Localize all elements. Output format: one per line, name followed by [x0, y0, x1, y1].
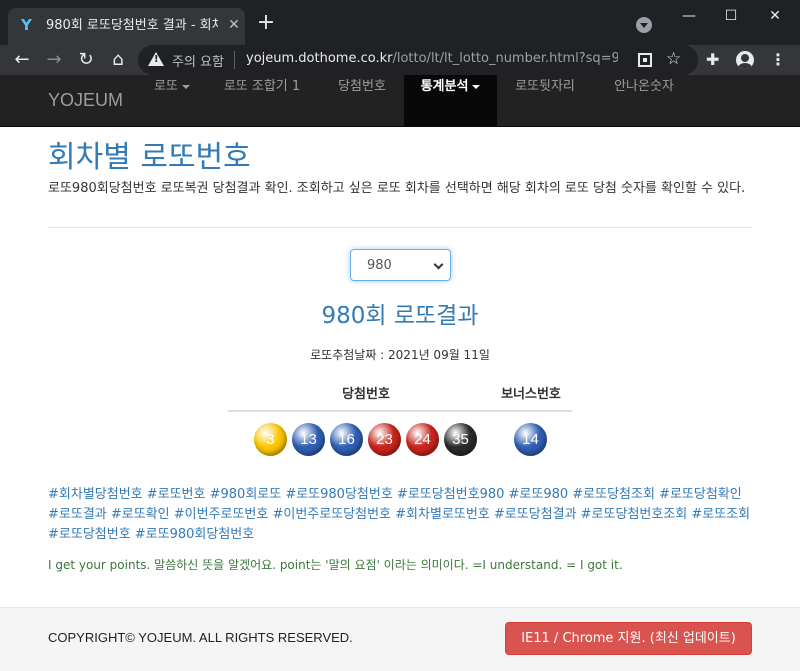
qr-code-icon[interactable] — [638, 53, 652, 67]
url-text[interactable]: yojeum.dothome.co.kr/lotto/lt/lt_lotto_n… — [246, 51, 618, 66]
tab-close-icon[interactable]: ✕ — [226, 17, 242, 33]
back-icon[interactable]: ← — [10, 48, 34, 72]
more-menu-icon[interactable]: ⋮ — [770, 50, 786, 70]
winning-ball: 13 — [292, 423, 325, 456]
draw-result-title: 980회 로또결과 — [321, 303, 479, 329]
nav-winning-numbers[interactable]: 당첨번호 — [320, 75, 404, 127]
security-label[interactable]: 주의 요함 — [172, 51, 224, 70]
table-divider — [228, 410, 572, 412]
address-bar[interactable]: 주의 요함 yojeum.dothome.co.kr/lotto/lt/lt_l… — [138, 45, 698, 75]
browser-tabstrip: Y 980회 로또당첨번호 결과 - 회차별 ✕ + — ☐ ✕ — [0, 0, 800, 45]
tab-title: 980회 로또당첨번호 결과 - 회차별 — [46, 18, 218, 33]
not-secure-icon[interactable] — [148, 51, 164, 67]
maximize-icon[interactable]: ☐ — [720, 5, 742, 27]
site-navbar: YOJEUM 로또 로또 조합기 1 당첨번호 통계분석 로또뒷자리 안나온숫자 — [0, 75, 800, 127]
tab-search-icon[interactable] — [636, 17, 652, 33]
nav-last-digits-label: 로또뒷자리 — [515, 79, 575, 94]
copyright-text: COPYRIGHT© YOJEUM. ALL RIGHTS RESERVED. — [48, 630, 353, 645]
winning-ball-number: 35 — [452, 431, 469, 448]
nav-statistics-label: 통계분석 — [420, 79, 469, 94]
winning-ball: 23 — [368, 423, 401, 456]
winning-ball-number: 16 — [338, 431, 355, 448]
nav-combination-label: 로또 조합기 1 — [223, 79, 301, 94]
english-note: I get your points. 말씀하신 뜻을 알겠어요. point는 … — [48, 558, 623, 572]
nav-combination[interactable]: 로또 조합기 1 — [206, 75, 318, 127]
chevron-down-icon — [472, 84, 481, 89]
winning-ball-number: 24 — [414, 431, 431, 448]
profile-avatar-icon[interactable] — [736, 51, 754, 69]
winning-ball: 16 — [330, 423, 363, 456]
nav-statistics[interactable]: 통계분석 — [404, 75, 497, 127]
divider — [48, 227, 752, 228]
winning-ball: 3 — [254, 423, 287, 456]
home-icon[interactable]: ⌂ — [106, 48, 130, 72]
winning-numbers-header: 당첨번호 — [342, 387, 390, 402]
hashtags[interactable]: #회차별당첨번호 #로또번호 #980회로또 #로또980당첨번호 #로또당첨번… — [48, 485, 754, 545]
reload-icon[interactable]: ↻ — [74, 48, 98, 72]
winning-ball: 35 — [444, 423, 477, 456]
winning-ball-number: 23 — [376, 431, 393, 448]
draw-date: 로또추첨날짜 : 2021년 09월 11일 — [310, 348, 490, 362]
forward-icon[interactable]: → — [42, 48, 66, 72]
browser-toolbar: ← → ↻ ⌂ 주의 요함 yojeum.dothome.co.kr/lotto… — [0, 45, 800, 75]
winning-ball: 24 — [406, 423, 439, 456]
extensions-puzzle-icon[interactable]: ✚ — [706, 50, 719, 70]
round-select-value: 980 — [367, 258, 392, 273]
nav-last-digits[interactable]: 로또뒷자리 — [498, 75, 592, 127]
chevron-down-icon — [181, 84, 190, 89]
nav-lotto[interactable]: 로또 — [140, 75, 204, 127]
bonus-ball-number: 14 — [522, 431, 539, 448]
winning-ball-number: 3 — [266, 431, 275, 448]
nav-winning-numbers-label: 당첨번호 — [338, 79, 386, 94]
url-path: /lotto/lt/lt_lotto_number.html?sq=980 — [392, 51, 618, 66]
bonus-ball: 14 — [514, 423, 547, 456]
nav-lotto-label: 로또 — [154, 79, 178, 94]
address-divider — [234, 51, 235, 69]
chevron-down-icon — [433, 259, 444, 270]
window-close-icon[interactable]: ✕ — [764, 5, 786, 27]
url-domain: yojeum.dothome.co.kr — [246, 51, 393, 66]
browser-tab[interactable]: Y 980회 로또당첨번호 결과 - 회차별 ✕ — [8, 8, 245, 45]
page-title: 회차별 로또번호 — [48, 140, 251, 175]
bonus-number-header: 보너스번호 — [501, 387, 561, 402]
footer: COPYRIGHT© YOJEUM. ALL RIGHTS RESERVED. … — [0, 607, 800, 671]
page-description: 로또980회당첨번호 로또복권 당첨결과 확인. 조회하고 싶은 로또 회차를 … — [48, 181, 746, 196]
site-favicon-icon: Y — [21, 16, 32, 34]
minimize-icon[interactable]: — — [678, 5, 700, 27]
update-button[interactable]: IE11 / Chrome 지원. (최신 업데이트) — [505, 622, 752, 655]
new-tab-icon[interactable]: + — [254, 12, 278, 36]
site-brand[interactable]: YOJEUM — [48, 90, 123, 111]
nav-missing-numbers[interactable]: 안나온숫자 — [594, 75, 694, 127]
winning-ball-number: 13 — [300, 431, 317, 448]
round-select[interactable]: 980 — [350, 249, 451, 281]
bookmark-star-icon[interactable]: ☆ — [666, 49, 681, 69]
nav-missing-numbers-label: 안나온숫자 — [614, 79, 674, 94]
